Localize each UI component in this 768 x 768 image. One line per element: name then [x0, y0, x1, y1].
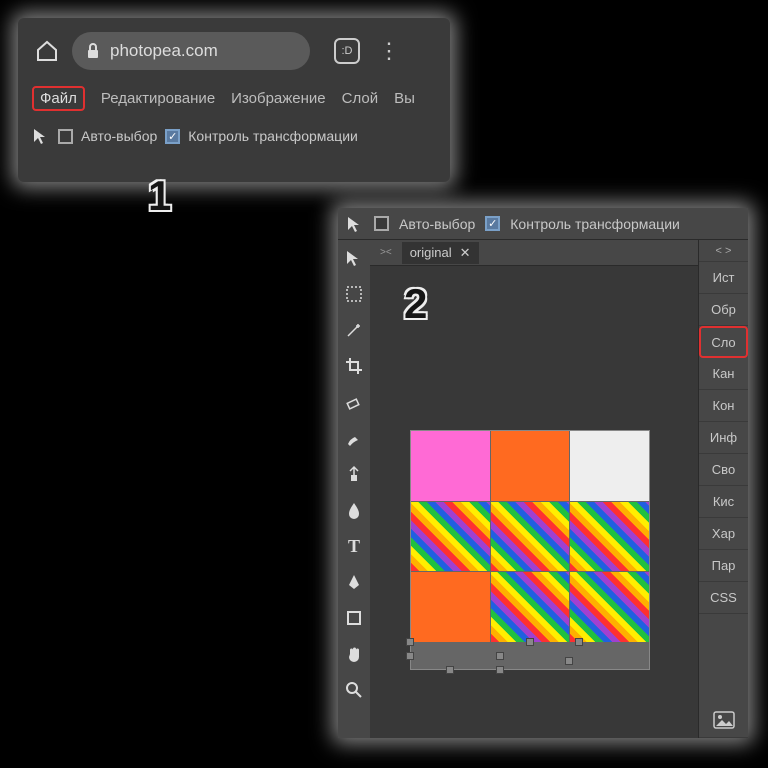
- annotation-step-1: 1: [148, 172, 171, 220]
- transform-handle[interactable]: [446, 666, 454, 674]
- transform-controls-checkbox[interactable]: ✓: [485, 216, 500, 231]
- auto-select-label: Авто-выбор: [81, 128, 157, 144]
- transform-handle[interactable]: [406, 638, 414, 646]
- panel-character[interactable]: Хар: [699, 518, 748, 550]
- menu-select-truncated[interactable]: Вы: [394, 90, 415, 107]
- lock-icon: [86, 43, 100, 59]
- tool-options-bar: Авто-выбор ✓ Контроль трансформации: [26, 121, 442, 151]
- auto-select-checkbox[interactable]: [374, 216, 389, 231]
- auto-select-checkbox[interactable]: [58, 129, 73, 144]
- browser-actions: :D ⋮: [334, 38, 400, 64]
- right-panel-tabs: < > Ист Обр Сло Кан Кон Инф Сво Кис Хар …: [698, 240, 748, 738]
- url-text: photopea.com: [110, 41, 218, 61]
- browser-header-panel: photopea.com :D ⋮ Файл Редактирование Из…: [18, 18, 450, 182]
- panel-layers[interactable]: Сло: [699, 326, 748, 358]
- brush-tool[interactable]: [342, 426, 366, 450]
- transform-handle[interactable]: [575, 638, 583, 646]
- editor-panel: Авто-выбор ✓ Контроль трансформации T ><…: [338, 208, 748, 738]
- menu-file[interactable]: Файл: [32, 86, 85, 111]
- text-tool[interactable]: T: [342, 534, 366, 558]
- address-bar[interactable]: photopea.com: [72, 32, 310, 70]
- annotation-step-2: 2: [404, 280, 427, 328]
- transform-handle[interactable]: [406, 652, 414, 660]
- panel-brush[interactable]: Кис: [699, 486, 748, 518]
- transform-handle[interactable]: [496, 666, 504, 674]
- document-tab-bar: >< original ✕: [370, 240, 698, 266]
- thumbnail-icon[interactable]: [699, 702, 748, 738]
- tab-scroll-icon[interactable]: ><: [380, 247, 392, 258]
- tool-palette: T: [338, 240, 370, 738]
- panel-properties[interactable]: Сво: [699, 454, 748, 486]
- panel-adjust[interactable]: Обр: [699, 294, 748, 326]
- document-tab[interactable]: original ✕: [402, 242, 479, 264]
- shape-tool[interactable]: [342, 606, 366, 630]
- transform-handle[interactable]: [526, 638, 534, 646]
- canvas-image[interactable]: [410, 430, 650, 670]
- panel-channels[interactable]: Кан: [699, 358, 748, 390]
- crop-tool[interactable]: [342, 354, 366, 378]
- home-icon[interactable]: [34, 38, 60, 64]
- move-tool[interactable]: [342, 246, 366, 270]
- menu-image[interactable]: Изображение: [231, 90, 326, 107]
- clone-tool[interactable]: [342, 462, 366, 486]
- panel-paragraph[interactable]: Пар: [699, 550, 748, 582]
- blur-tool[interactable]: [342, 498, 366, 522]
- move-tool-icon[interactable]: [346, 215, 364, 233]
- move-tool-icon[interactable]: [32, 127, 50, 145]
- pen-tool[interactable]: [342, 570, 366, 594]
- document-tab-name: original: [410, 245, 452, 260]
- transform-controls-label: Контроль трансформации: [510, 216, 680, 232]
- hand-tool[interactable]: [342, 642, 366, 666]
- panel-css[interactable]: CSS: [699, 582, 748, 614]
- reader-mode-icon[interactable]: :D: [334, 38, 360, 64]
- eraser-tool[interactable]: [342, 390, 366, 414]
- menu-layer[interactable]: Слой: [342, 90, 378, 107]
- menu-edit[interactable]: Редактирование: [101, 90, 215, 107]
- zoom-tool[interactable]: [342, 678, 366, 702]
- transform-handle[interactable]: [565, 657, 573, 665]
- panel-history[interactable]: Ист: [699, 262, 748, 294]
- close-tab-icon[interactable]: ✕: [460, 245, 471, 261]
- app-menu-bar: Файл Редактирование Изображение Слой Вы: [26, 76, 442, 121]
- transform-controls-checkbox[interactable]: ✓: [165, 129, 180, 144]
- wand-tool[interactable]: [342, 318, 366, 342]
- panel-expand-icon[interactable]: < >: [699, 240, 748, 262]
- panel-info[interactable]: Инф: [699, 422, 748, 454]
- auto-select-label: Авто-выбор: [399, 216, 475, 232]
- tool-options-bar-2: Авто-выбор ✓ Контроль трансформации: [338, 208, 748, 240]
- browser-bar: photopea.com :D ⋮: [26, 26, 442, 76]
- panel-paths[interactable]: Кон: [699, 390, 748, 422]
- transform-handle[interactable]: [496, 652, 504, 660]
- marquee-tool[interactable]: [342, 282, 366, 306]
- browser-menu-icon[interactable]: ⋮: [378, 38, 400, 64]
- transform-controls-label: Контроль трансформации: [188, 128, 358, 144]
